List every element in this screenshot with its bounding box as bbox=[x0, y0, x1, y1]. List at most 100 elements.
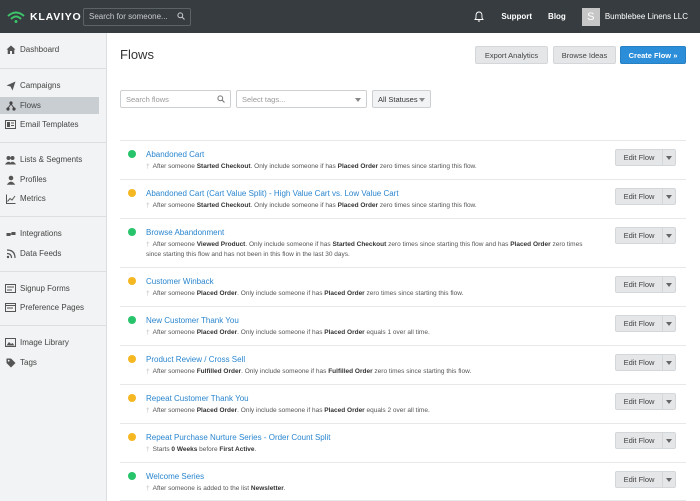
trigger-text: zero times since starting this flow. bbox=[372, 368, 472, 375]
sidebar-item-email-templates[interactable]: Email Templates bbox=[0, 116, 99, 133]
status-select[interactable]: All Statuses bbox=[372, 90, 431, 108]
flow-row: Repeat Purchase Nurture Series - Order C… bbox=[120, 424, 686, 463]
bell-icon[interactable] bbox=[472, 11, 486, 22]
flow-name-link[interactable]: Repeat Customer Thank You bbox=[146, 394, 249, 403]
sidebar-item-image-library[interactable]: Image Library bbox=[0, 334, 99, 351]
trigger-pin-icon: † bbox=[146, 202, 150, 209]
flow-name-link[interactable]: Welcome Series bbox=[146, 472, 204, 481]
page-title: Flows bbox=[120, 47, 154, 62]
klaviyo-logo-icon bbox=[7, 11, 25, 23]
sidebar-item-data-feeds[interactable]: Data Feeds bbox=[0, 245, 99, 262]
edit-flow-dropdown[interactable] bbox=[663, 188, 676, 205]
flow-trigger-description: † After someone Placed Order. Only includ… bbox=[146, 328, 586, 338]
edit-flow-button[interactable]: Edit Flow bbox=[615, 188, 663, 205]
trigger-pin-icon: † bbox=[146, 368, 150, 375]
blog-link[interactable]: Blog bbox=[548, 12, 566, 21]
trigger-pin-icon: † bbox=[146, 446, 150, 453]
trigger-text: . Only include someone if has bbox=[241, 368, 329, 375]
flow-name-link[interactable]: Repeat Purchase Nurture Series - Order C… bbox=[146, 433, 331, 442]
image-icon bbox=[5, 337, 16, 348]
flow-row: Abandoned Cart (Cart Value Split) - High… bbox=[120, 180, 686, 219]
edit-flow-button[interactable]: Edit Flow bbox=[615, 227, 663, 244]
sidebar-item-profiles[interactable]: Profiles bbox=[0, 171, 99, 188]
global-search-input[interactable] bbox=[89, 12, 177, 21]
status-dot bbox=[128, 189, 136, 197]
paper-plane-icon bbox=[5, 80, 16, 91]
edit-flow-dropdown[interactable] bbox=[663, 471, 676, 488]
avatar[interactable]: S bbox=[581, 7, 600, 26]
flow-name-link[interactable]: Abandoned Cart bbox=[146, 150, 204, 159]
browse-ideas-button[interactable]: Browse Ideas bbox=[553, 46, 616, 64]
edit-flow-button[interactable]: Edit Flow bbox=[615, 354, 663, 371]
edit-flow-button[interactable]: Edit Flow bbox=[615, 149, 663, 166]
export-analytics-button[interactable]: Export Analytics bbox=[475, 46, 548, 64]
flow-trigger-description: † After someone Placed Order. Only includ… bbox=[146, 406, 586, 416]
flow-search-input[interactable] bbox=[126, 94, 216, 104]
edit-flow-button[interactable]: Edit Flow bbox=[615, 276, 663, 293]
tag-icon bbox=[5, 357, 16, 368]
sidebar-item-flows[interactable]: Flows bbox=[0, 97, 99, 114]
trigger-text: After someone bbox=[152, 407, 197, 414]
edit-flow-button[interactable]: Edit Flow bbox=[615, 393, 663, 410]
signup-forms-icon bbox=[5, 283, 16, 294]
edit-flow-dropdown[interactable] bbox=[663, 354, 676, 371]
sidebar-item-label: Email Templates bbox=[20, 120, 79, 129]
flow-name-link[interactable]: Customer Winback bbox=[146, 277, 214, 286]
edit-flow-dropdown[interactable] bbox=[663, 432, 676, 449]
sidebar-item-integrations[interactable]: Integrations bbox=[0, 225, 99, 242]
logo[interactable]: KLAVIYO bbox=[7, 11, 83, 23]
search-icon[interactable] bbox=[177, 11, 185, 22]
trigger-keyword: Placed Order bbox=[510, 241, 551, 248]
trigger-text: After someone bbox=[152, 202, 197, 209]
top-bar: KLAVIYO Support Blog S Bumblebee Linens … bbox=[0, 0, 700, 33]
tags-select[interactable]: Select tags... bbox=[236, 90, 367, 108]
trigger-keyword: 0 Weeks bbox=[171, 446, 198, 453]
trigger-pin-icon: † bbox=[146, 329, 150, 336]
sidebar-item-signup-forms[interactable]: Signup Forms bbox=[0, 280, 99, 297]
trigger-keyword: Placed Order bbox=[324, 407, 365, 414]
chevron-down-icon bbox=[355, 98, 361, 102]
sidebar-item-label: Profiles bbox=[20, 175, 47, 184]
flow-row: Browse Abandonment † After someone Viewed… bbox=[120, 219, 686, 268]
sidebar-item-preference-pages[interactable]: Preference Pages bbox=[0, 299, 99, 316]
status-dot bbox=[128, 394, 136, 402]
sidebar-item-metrics[interactable]: Metrics bbox=[0, 190, 99, 207]
edit-flow-dropdown[interactable] bbox=[663, 393, 676, 410]
sidebar-item-dashboard[interactable]: Dashboard bbox=[0, 41, 99, 58]
integrations-icon bbox=[5, 228, 16, 239]
edit-flow-dropdown[interactable] bbox=[663, 149, 676, 166]
sidebar-item-label: Dashboard bbox=[20, 45, 60, 54]
edit-flow-dropdown[interactable] bbox=[663, 315, 676, 332]
sidebar-item-campaigns[interactable]: Campaigns bbox=[0, 77, 99, 94]
divider bbox=[0, 325, 107, 326]
sidebar-item-label: Data Feeds bbox=[20, 249, 62, 258]
search-icon[interactable] bbox=[217, 95, 225, 105]
global-search[interactable] bbox=[83, 7, 191, 26]
sidebar-item-tags[interactable]: Tags bbox=[0, 354, 99, 371]
flow-name-link[interactable]: New Customer Thank You bbox=[146, 316, 239, 325]
trigger-keyword: Fulfilled Order bbox=[196, 368, 242, 375]
flow-name-link[interactable]: Browse Abandonment bbox=[146, 228, 224, 237]
metrics-icon bbox=[5, 193, 16, 204]
account-name[interactable]: Bumblebee Linens LLC bbox=[605, 12, 688, 21]
flow-name-link[interactable]: Product Review / Cross Sell bbox=[146, 355, 245, 364]
trigger-keyword: Placed Order bbox=[324, 329, 365, 336]
chevron-down-icon bbox=[419, 98, 425, 102]
trigger-keyword: Fulfilled Order bbox=[328, 368, 373, 375]
edit-flow-button[interactable]: Edit Flow bbox=[615, 315, 663, 332]
create-flow-button[interactable]: Create Flow » bbox=[620, 46, 686, 64]
trigger-keyword: Placed Order bbox=[196, 329, 238, 336]
flow-trigger-description: † After someone Placed Order. Only includ… bbox=[146, 289, 586, 299]
flow-search[interactable] bbox=[120, 90, 231, 108]
sidebar-item-label: Campaigns bbox=[20, 81, 61, 90]
flow-name-link[interactable]: Abandoned Cart (Cart Value Split) - High… bbox=[146, 189, 399, 198]
flow-trigger-description: † After someone Started Checkout. Only in… bbox=[146, 201, 586, 211]
edit-flow-dropdown[interactable] bbox=[663, 276, 676, 293]
flow-row: Welcome Series † After someone is added t… bbox=[120, 463, 686, 501]
account-menu[interactable]: S Bumblebee Linens LLC bbox=[581, 7, 688, 26]
support-link[interactable]: Support bbox=[501, 12, 532, 21]
edit-flow-button[interactable]: Edit Flow bbox=[615, 471, 663, 488]
edit-flow-button[interactable]: Edit Flow bbox=[615, 432, 663, 449]
sidebar-item-lists-segments[interactable]: Lists & Segments bbox=[0, 151, 99, 168]
edit-flow-dropdown[interactable] bbox=[663, 227, 676, 244]
